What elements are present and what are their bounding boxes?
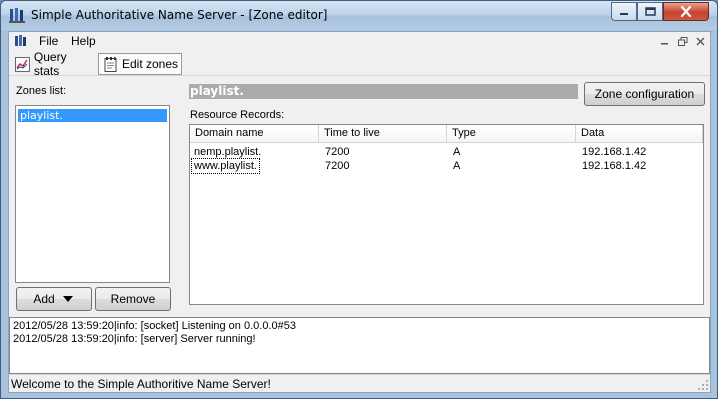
- child-close-button[interactable]: [692, 34, 709, 49]
- tab-edit-zones-label: Edit zones: [122, 57, 179, 71]
- cell-ttl: 7200: [325, 160, 350, 172]
- child-minimize-button[interactable]: [656, 34, 673, 49]
- menu-file[interactable]: File: [39, 34, 58, 48]
- zones-list[interactable]: playlist.: [15, 105, 170, 283]
- minimize-button[interactable]: [611, 2, 637, 21]
- cell-type: A: [453, 160, 461, 172]
- list-item[interactable]: playlist.: [18, 109, 167, 122]
- zone-title: playlist.: [189, 84, 578, 99]
- table-header: Domain name Time to live Type Data: [190, 125, 703, 143]
- close-icon: [680, 6, 692, 17]
- table-row[interactable]: www.playlist. 7200 A 192.168.1.42: [190, 158, 703, 174]
- log-output[interactable]: 2012/05/28 13:59:20|info: [socket] Liste…: [9, 317, 710, 374]
- status-bar: Welcome to the Simple Authoritive Name S…: [9, 374, 710, 392]
- status-text: Welcome to the Simple Authoritive Name S…: [11, 377, 271, 391]
- close-button[interactable]: [663, 2, 709, 21]
- tab-query-stats[interactable]: Query stats: [11, 50, 95, 78]
- zone-editor-panel: playlist. Zone configuration Resource Re…: [189, 77, 710, 317]
- cell-data: 192.168.1.42: [582, 160, 647, 172]
- column-header-data[interactable]: Data: [576, 125, 703, 143]
- remove-button[interactable]: Remove: [95, 287, 171, 311]
- title-bar[interactable]: Simple Authoritative Name Server - [Zone…: [1, 1, 717, 30]
- zones-list-label: Zones list:: [16, 85, 67, 97]
- zones-panel: Zones list: playlist. Add Remove: [9, 77, 183, 317]
- column-header-ttl[interactable]: Time to live: [319, 125, 447, 143]
- zone-configuration-label: Zone configuration: [594, 87, 695, 101]
- document-icon: [15, 35, 26, 46]
- cell-data: 192.168.1.42: [582, 146, 647, 158]
- table-row[interactable]: nemp.playlist. 7200 A 192.168.1.42: [190, 145, 703, 159]
- close-icon: [696, 37, 705, 46]
- resource-records-label: Resource Records:: [190, 109, 285, 121]
- log-line: 2012/05/28 13:59:20|info: [socket] Liste…: [13, 320, 296, 332]
- log-line: 2012/05/28 13:59:20|info: [server] Serve…: [13, 333, 256, 345]
- client-area: File Help Query stats Edit zones Zones l…: [8, 31, 711, 393]
- cell-domain-name: www.playlist.: [191, 158, 260, 174]
- minimize-icon: [620, 12, 628, 15]
- main-window: Simple Authoritative Name Server - [Zone…: [0, 0, 718, 399]
- remove-button-label: Remove: [110, 292, 156, 306]
- menu-help[interactable]: Help: [71, 34, 96, 48]
- resize-grip-icon[interactable]: [697, 379, 709, 391]
- chevron-down-icon: [62, 296, 73, 302]
- chart-icon: [15, 56, 30, 72]
- maximize-icon: [644, 7, 656, 16]
- column-header-type[interactable]: Type: [447, 125, 576, 143]
- zone-configuration-button[interactable]: Zone configuration: [584, 82, 705, 106]
- tab-query-stats-label: Query stats: [33, 50, 67, 78]
- add-button-label: Add: [33, 292, 55, 306]
- child-restore-button[interactable]: [674, 34, 691, 49]
- app-icon: [9, 8, 25, 23]
- notepad-icon: [104, 56, 117, 72]
- cell-domain-name: nemp.playlist.: [194, 146, 262, 158]
- add-button[interactable]: Add: [16, 287, 92, 311]
- column-header-domain-name[interactable]: Domain name: [190, 125, 319, 143]
- maximize-button[interactable]: [637, 2, 663, 21]
- window-title: Simple Authoritative Name Server - [Zone…: [31, 8, 328, 22]
- restore-icon: [677, 37, 687, 46]
- toolbar: Query stats Edit zones: [9, 50, 710, 78]
- resource-records-table[interactable]: Domain name Time to live Type Data nemp.…: [189, 124, 704, 305]
- menu-bar: File Help: [9, 32, 710, 51]
- tab-edit-zones[interactable]: Edit zones: [98, 53, 182, 75]
- minimize-icon: [661, 43, 668, 45]
- cell-ttl: 7200: [325, 146, 350, 158]
- cell-type: A: [453, 146, 461, 158]
